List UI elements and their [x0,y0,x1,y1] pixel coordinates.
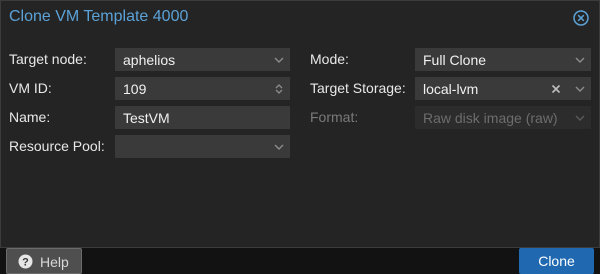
name-value: TestVM [123,110,170,126]
format-value: Raw disk image (raw) [423,110,558,126]
name-label: Name: [9,109,51,125]
name-field[interactable]: TestVM [115,106,290,129]
spinner-arrows-icon[interactable] [272,82,286,96]
target-storage-label: Target Storage: [310,80,406,96]
format-label: Format: [310,109,359,125]
target-node-select[interactable]: aphelios [115,48,290,71]
mode-value: Full Clone [423,52,487,68]
vm-id-spinner[interactable]: 109 [115,77,290,100]
clone-vm-dialog: Clone VM Template 4000 Target node: aphe… [0,0,600,274]
chevron-down-icon [575,115,585,121]
help-button-label: Help [40,254,69,270]
clear-icon[interactable] [549,82,563,96]
chevron-down-icon[interactable] [573,82,587,96]
target-storage-value: local-lvm [423,81,479,97]
format-select: Raw disk image (raw) [415,106,591,129]
dialog-footer: ? Help Clone [1,209,599,274]
resource-pool-label: Resource Pool: [9,138,105,154]
resource-pool-select[interactable] [115,135,290,158]
target-storage-select[interactable]: local-lvm [415,77,591,100]
target-node-label: Target node: [9,51,87,67]
chevron-down-icon[interactable] [573,53,587,67]
target-node-value: aphelios [123,52,176,68]
svg-text:?: ? [22,256,29,268]
mode-select[interactable]: Full Clone [415,48,591,71]
dialog-title: Clone VM Template 4000 [9,8,189,25]
clone-button-label: Clone [538,253,575,269]
help-button[interactable]: ? Help [6,248,82,274]
chevron-down-icon[interactable] [272,140,286,154]
clone-button[interactable]: Clone [519,248,594,274]
dialog-titlebar: Clone VM Template 4000 [1,1,599,35]
close-icon[interactable] [573,10,589,26]
question-circle-icon: ? [18,254,33,269]
chevron-down-icon[interactable] [272,53,286,67]
mode-label: Mode: [310,51,349,67]
vm-id-value: 109 [123,81,147,97]
vm-id-label: VM ID: [9,80,52,96]
